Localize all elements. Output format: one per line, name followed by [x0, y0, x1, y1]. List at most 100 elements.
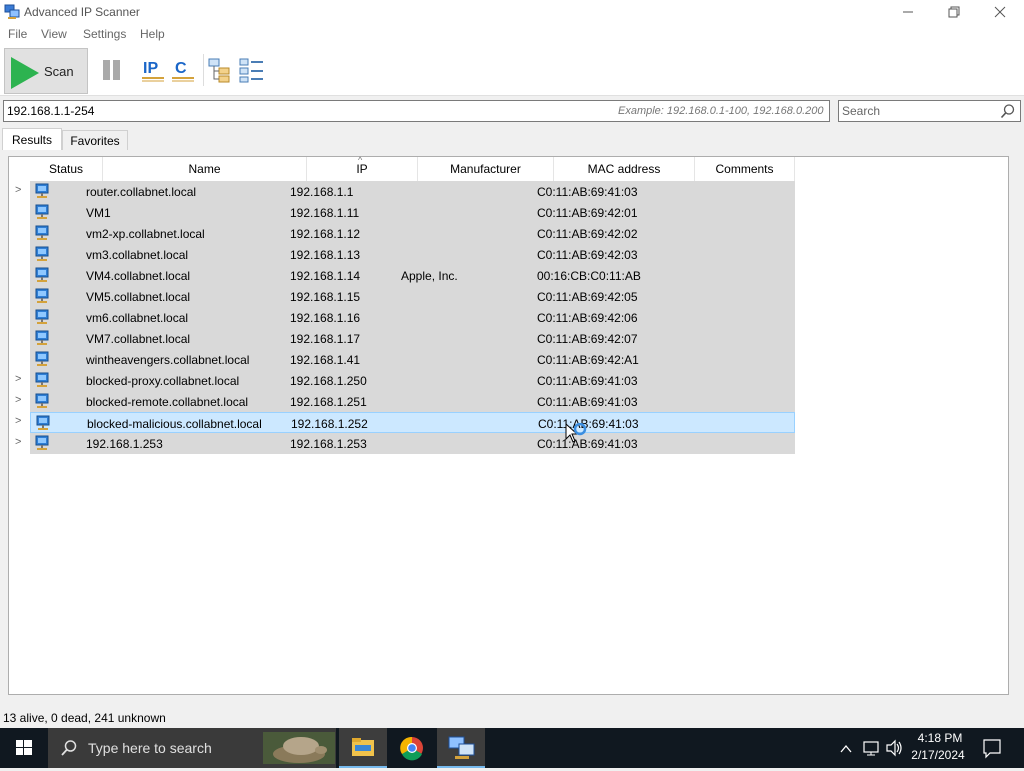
- cell-mac: C0:11:AB:69:41:03: [537, 395, 638, 409]
- host-alive-icon: [35, 204, 49, 219]
- scan-button[interactable]: Scan: [4, 48, 88, 94]
- start-button[interactable]: [0, 728, 48, 768]
- cell-ip: 192.168.1.253: [290, 437, 367, 451]
- row-expand-chevron-icon[interactable]: >: [15, 436, 21, 448]
- cell-mac: C0:11:AB:69:41:03: [537, 185, 638, 199]
- host-alive-icon: [35, 183, 49, 198]
- cell-name: VM1: [86, 206, 111, 220]
- host-alive-icon: [35, 225, 49, 240]
- taskbar-file-explorer[interactable]: [339, 728, 387, 768]
- cell-name: router.collabnet.local: [86, 185, 197, 199]
- search-placeholder: Search: [842, 104, 881, 118]
- taskbar-search-placeholder: Type here to search: [88, 740, 212, 756]
- search-icon[interactable]: [1000, 103, 1016, 119]
- close-button[interactable]: [977, 0, 1023, 24]
- cell-ip: 192.168.1.11: [290, 206, 360, 220]
- cell-ip: 192.168.1.15: [290, 290, 361, 304]
- cell-name: vm2-xp.collabnet.local: [86, 227, 205, 241]
- cell-mac: C0:11:AB:69:42:06: [537, 311, 638, 325]
- minimize-button[interactable]: [885, 0, 931, 24]
- cell-mac: C0:11:AB:69:42:02: [537, 227, 638, 241]
- column-header-manufacturer[interactable]: Manufacturer: [418, 157, 554, 181]
- pause-button[interactable]: [96, 56, 126, 86]
- windows-logo-icon: [16, 740, 32, 755]
- column-header-status[interactable]: Status: [30, 157, 103, 181]
- cell-name: VM5.collabnet.local: [86, 290, 191, 304]
- table-row[interactable]: 192.168.1.253 192.168.1.253 C0:11:AB:69:41…: [30, 433, 795, 454]
- host-alive-icon: [36, 415, 50, 430]
- taskbar-search-box[interactable]: Type here to search: [48, 728, 336, 768]
- chevron-up-icon[interactable]: [838, 728, 854, 768]
- host-alive-icon: [35, 372, 49, 387]
- host-alive-icon: [35, 267, 49, 282]
- cell-ip: 192.168.1.16: [290, 311, 361, 325]
- cell-ip: 192.168.1.41: [290, 353, 361, 367]
- file-explorer-icon: [352, 738, 374, 756]
- row-expand-chevron-icon[interactable]: >: [15, 415, 21, 427]
- column-header-ip[interactable]: IP: [307, 157, 418, 181]
- table-row[interactable]: VM5.collabnet.local 192.168.1.15 C0:11:AB:…: [30, 286, 795, 307]
- tab-favorites[interactable]: Favorites: [62, 130, 128, 150]
- cell-mac: C0:11:AB:69:42:01: [537, 206, 638, 220]
- cell-ip: 192.168.1.12: [290, 227, 361, 241]
- collapse-all-icon: [239, 58, 263, 83]
- expand-all-button[interactable]: [207, 56, 235, 84]
- collapse-all-button[interactable]: [238, 56, 266, 84]
- row-expand-chevron-icon[interactable]: >: [15, 184, 21, 196]
- row-expand-chevron-icon[interactable]: >: [15, 373, 21, 385]
- cell-ip: 192.168.1.1: [290, 185, 354, 199]
- ip-tool-button[interactable]: IP: [140, 56, 168, 84]
- cell-mac: 00:16:CB:C0:11:AB: [537, 269, 641, 283]
- cell-mac: C0:11:AB:69:42:07: [537, 332, 638, 346]
- menu-file[interactable]: File: [8, 27, 27, 41]
- cell-mac: C0:11:AB:69:42:A1: [537, 353, 639, 367]
- menu-help[interactable]: Help: [140, 27, 165, 41]
- tab-results[interactable]: Results: [2, 128, 62, 150]
- menu-view[interactable]: View: [41, 27, 67, 41]
- row-expand-chevron-icon[interactable]: >: [15, 394, 21, 406]
- expand-all-icon: [208, 58, 230, 83]
- cell-ip: 192.168.1.14: [290, 269, 361, 283]
- network-icon[interactable]: [862, 728, 880, 768]
- app-icon: [4, 4, 20, 19]
- clock-time[interactable]: 4:18 PM: [910, 731, 970, 745]
- search-highlight-image: [263, 732, 335, 764]
- host-alive-icon: [35, 330, 49, 345]
- taskbar-advanced-ip-scanner[interactable]: [437, 728, 485, 768]
- volume-icon[interactable]: [885, 728, 903, 768]
- cell-ip: 192.168.1.250: [290, 374, 367, 388]
- column-header-name[interactable]: Name: [103, 157, 307, 181]
- table-row[interactable]: VM1 192.168.1.11 C0:11:AB:69:42:01: [30, 202, 795, 223]
- table-row[interactable]: vm3.collabnet.local 192.168.1.13 C0:11:AB:…: [30, 244, 795, 265]
- host-alive-icon: [35, 435, 49, 450]
- window-title: Advanced IP Scanner: [24, 5, 140, 19]
- menu-settings[interactable]: Settings: [83, 27, 126, 41]
- close-icon: [994, 6, 1006, 18]
- table-row[interactable]: VM4.collabnet.local 192.168.1.14 Apple, In…: [30, 265, 795, 286]
- table-row[interactable]: router.collabnet.local 192.168.1.1 C0:11:A…: [30, 181, 795, 202]
- toolbar-separator: [203, 54, 204, 86]
- table-row[interactable]: wintheavengers.collabnet.local 192.168.1.…: [30, 349, 795, 370]
- column-header-comments[interactable]: Comments: [695, 157, 795, 181]
- restore-button[interactable]: [931, 0, 977, 24]
- taskbar: Type here to search 4:18 PM 2/17/2024: [0, 728, 1024, 768]
- table-row-selected[interactable]: blocked-malicious.collabnet.local 192.168…: [30, 412, 795, 433]
- table-row[interactable]: vm6.collabnet.local 192.168.1.16 C0:11:AB:…: [30, 307, 795, 328]
- ip-range-example: Example: 192.168.0.1-100, 192.168.0.200: [618, 105, 824, 117]
- c-tool-button[interactable]: C: [170, 56, 198, 84]
- advanced-ip-scanner-icon: [448, 736, 475, 759]
- taskbar-chrome[interactable]: [388, 728, 436, 768]
- table-row[interactable]: blocked-proxy.collabnet.local 192.168.1.2…: [30, 370, 795, 391]
- results-table[interactable]: Status Name IP ^ Manufacturer MAC addres…: [8, 155, 1009, 695]
- host-alive-icon: [35, 288, 49, 303]
- search-input[interactable]: Search: [838, 100, 1021, 122]
- table-row[interactable]: vm2-xp.collabnet.local 192.168.1.12 C0:11:…: [30, 223, 795, 244]
- notification-icon[interactable]: [982, 728, 1002, 768]
- cell-name: 192.168.1.253: [86, 437, 163, 451]
- clock-date[interactable]: 2/17/2024: [905, 748, 971, 762]
- cell-name: blocked-remote.collabnet.local: [86, 395, 249, 409]
- cell-name: vm6.collabnet.local: [86, 311, 189, 325]
- table-row[interactable]: VM7.collabnet.local 192.168.1.17 C0:11:AB:…: [30, 328, 795, 349]
- table-row[interactable]: blocked-remote.collabnet.local 192.168.1.…: [30, 391, 795, 412]
- column-header-mac-address[interactable]: MAC address: [554, 157, 695, 181]
